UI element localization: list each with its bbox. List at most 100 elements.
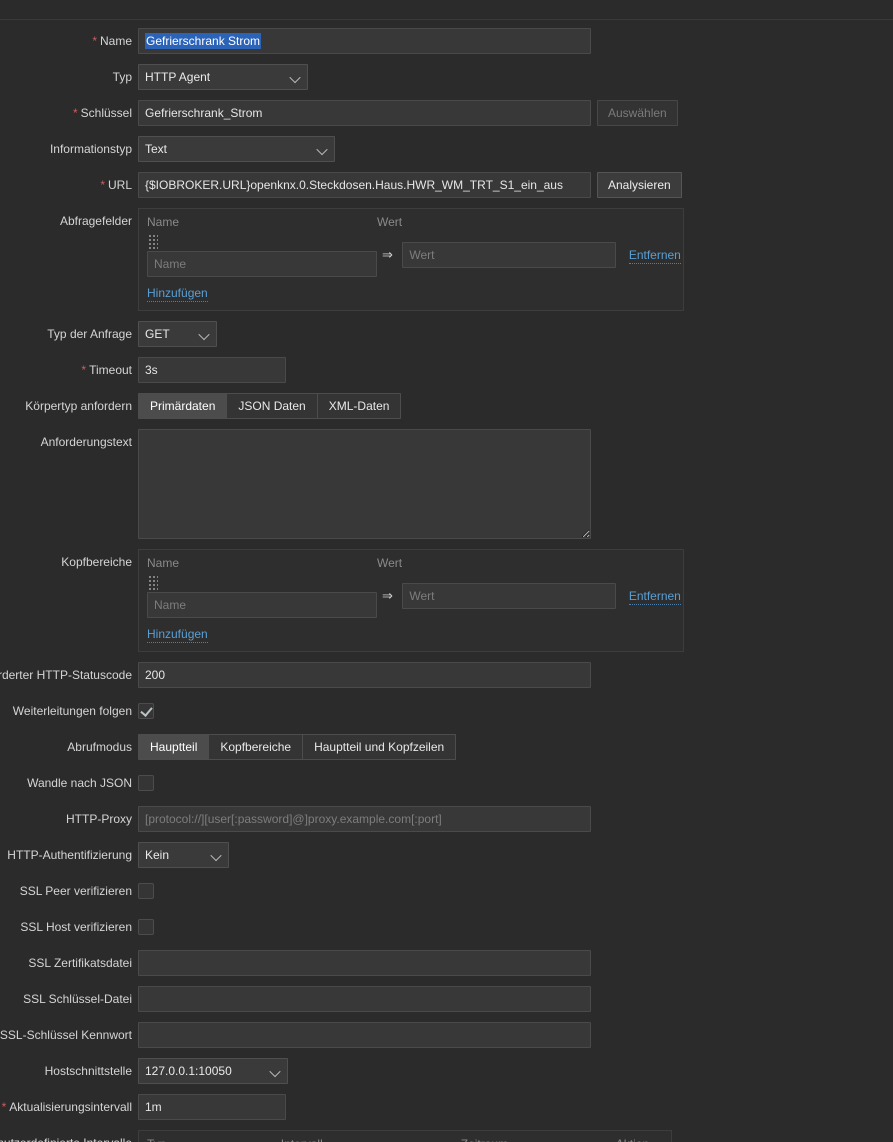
label-update-interval-text: Aktualisierungsintervall [9, 1100, 132, 1115]
header-name-input[interactable] [147, 592, 377, 619]
add-query-row-link[interactable]: Hinzufügen [147, 286, 208, 303]
query-value-input[interactable] [402, 242, 617, 269]
label-url: * URL [0, 172, 138, 198]
ssl-verify-peer-checkbox[interactable] [138, 883, 154, 900]
label-name: * Name [0, 28, 138, 54]
label-query-fields: Abfragefelder [59, 214, 132, 228]
ssl-key-file-input[interactable] [138, 986, 591, 1013]
status-code-input[interactable] [138, 662, 591, 689]
label-ssl-verify-host: SSL Host verifizieren [20, 920, 132, 935]
retrieve-mode-option-body[interactable]: Hauptteil [138, 734, 210, 761]
label-http-auth: HTTP-Authentifizierung [7, 848, 132, 863]
update-interval-input[interactable] [138, 1094, 286, 1121]
field-row-key: *Schlüssel Auswählen [0, 100, 893, 126]
intervals-col-interval: Intervall [281, 1137, 461, 1142]
field-row-type: Typ HTTP Agent [0, 64, 893, 90]
label-convert-json: Wandle nach JSON [27, 776, 132, 791]
field-row-host-interface: Hostschnittstelle 127.0.0.1:10050 [0, 1058, 893, 1085]
field-row-status-code: rderter HTTP-Statuscode [0, 662, 893, 689]
host-interface-select[interactable]: 127.0.0.1:10050 [138, 1058, 288, 1085]
field-row-headers: Kopfbereiche Name Wert ⇒ [0, 549, 893, 653]
query-name-input[interactable] [147, 251, 377, 278]
headers-col-name: Name [147, 556, 180, 571]
type-select[interactable]: HTTP Agent [138, 64, 308, 90]
ssl-verify-host-checkbox[interactable] [138, 919, 154, 936]
required-asterisk-timeout: * [81, 363, 87, 378]
field-row-retrieve-mode: Abrufmodus Hauptteil Kopfbereiche Hauptt… [0, 734, 893, 761]
label-host-interface: Hostschnittstelle [44, 1064, 132, 1079]
item-configuration-form: * Name Gefrierschrank Strom Typ HTTP Agen… [0, 21, 893, 1142]
request-type-select-value: GET [145, 327, 170, 342]
intervals-col-action: Aktion [616, 1137, 668, 1142]
drag-handle-icon[interactable] [147, 233, 158, 251]
field-row-update-interval: * Aktualisierungsintervall [0, 1094, 893, 1121]
label-ssl-cert-file: SSL Zertifikatsdatei [28, 956, 132, 971]
top-divider-bar [0, 0, 893, 20]
select-key-button[interactable]: Auswählen [597, 100, 678, 126]
body-type-segmented-control: Primärdaten JSON Daten XML-Daten [138, 393, 402, 420]
table-row: ⇒ Entfernen [147, 574, 681, 619]
field-row-custom-intervals: nutzerdefinierte Intervalle Typ Interval… [0, 1130, 893, 1142]
headers-col-value: Wert [377, 556, 403, 571]
field-row-http-auth: HTTP-Authentifizierung Kein [0, 842, 893, 869]
label-request-type: Typ der Anfrage [47, 327, 132, 342]
field-row-ssl-key-file: SSL Schlüssel-Datei [0, 986, 893, 1013]
parse-url-button[interactable]: Analysieren [597, 172, 682, 198]
field-row-follow-redirects: Weiterleitungen folgen [0, 698, 893, 724]
ssl-key-password-input[interactable] [138, 1022, 591, 1049]
required-asterisk-update-interval: * [1, 1100, 7, 1115]
key-input[interactable] [138, 100, 591, 126]
type-select-value: HTTP Agent [145, 70, 211, 84]
remove-header-row-link[interactable]: Entfernen [628, 589, 681, 606]
label-status-code: rderter HTTP-Statuscode [0, 668, 132, 683]
field-row-url: *URL Analysieren [0, 172, 893, 198]
required-asterisk-key: * [72, 106, 78, 120]
http-proxy-input[interactable] [138, 806, 591, 833]
required-asterisk-url: * [100, 178, 105, 192]
label-timeout-text: Timeout [89, 363, 132, 378]
info-type-select[interactable]: Text [138, 136, 335, 162]
name-input[interactable] [138, 28, 591, 54]
field-row-http-proxy: HTTP-Proxy [0, 806, 893, 833]
label-info-type: Informationstyp [49, 142, 132, 156]
table-row: ⇒ Entfernen [147, 233, 681, 278]
header-value-input[interactable] [402, 583, 617, 610]
retrieve-mode-option-body-headers[interactable]: Hauptteil und Kopfzeilen [303, 734, 457, 761]
label-custom-intervals: nutzerdefinierte Intervalle [0, 1130, 138, 1142]
field-row-query-fields: Abfragefelder Name Wert ⇒ [0, 208, 893, 312]
timeout-input[interactable] [138, 357, 286, 384]
add-header-row-link[interactable]: Hinzufügen [147, 627, 208, 644]
label-request-body: Anforderungstext [40, 435, 132, 450]
body-type-option-json[interactable]: JSON Daten [227, 393, 318, 420]
retrieve-mode-option-headers[interactable]: Kopfbereiche [209, 734, 304, 761]
field-row-ssl-verify-peer: SSL Peer verifizieren [0, 878, 893, 904]
intervals-col-type: Typ [147, 1137, 281, 1142]
body-type-option-xml[interactable]: XML-Daten [317, 393, 402, 420]
field-row-ssl-cert-file: SSL Zertifikatsdatei [0, 950, 893, 977]
label-follow-redirects: Weiterleitungen folgen [12, 704, 132, 719]
drag-handle-icon[interactable] [147, 574, 158, 593]
query-col-name: Name [147, 215, 180, 229]
label-url-text: URL [107, 178, 132, 192]
http-auth-select-value: Kein [145, 848, 170, 863]
field-row-request-type: Typ der Anfrage GET [0, 321, 893, 348]
field-row-ssl-key-password: SSL-Schlüssel Kennwort [0, 1022, 893, 1049]
label-key-text: Schlüssel [80, 106, 132, 120]
follow-redirects-checkbox[interactable] [138, 703, 154, 720]
request-body-textarea[interactable] [138, 429, 591, 540]
info-type-select-value: Text [145, 142, 168, 156]
label-update-interval: * Aktualisierungsintervall [0, 1094, 138, 1120]
query-fields-panel: Name Wert ⇒ Entfernen [138, 208, 684, 312]
field-row-body-type: Körpertyp anfordern Primärdaten JSON Dat… [0, 393, 893, 420]
label-ssl-verify-peer: SSL Peer verifizieren [19, 884, 132, 899]
request-type-select[interactable]: GET [138, 321, 217, 348]
ssl-cert-file-input[interactable] [138, 950, 591, 977]
convert-json-checkbox[interactable] [138, 775, 154, 792]
body-type-option-raw[interactable]: Primärdaten [138, 393, 228, 420]
url-input[interactable] [138, 172, 591, 198]
http-auth-select[interactable]: Kein [138, 842, 229, 869]
custom-intervals-panel: Typ Intervall Zeitraum Aktion Beliebig P… [138, 1130, 672, 1142]
label-ssl-key-password: SSL-Schlüssel Kennwort [0, 1028, 132, 1043]
remove-query-row-link[interactable]: Entfernen [628, 248, 681, 265]
label-timeout: * Timeout [0, 357, 138, 383]
